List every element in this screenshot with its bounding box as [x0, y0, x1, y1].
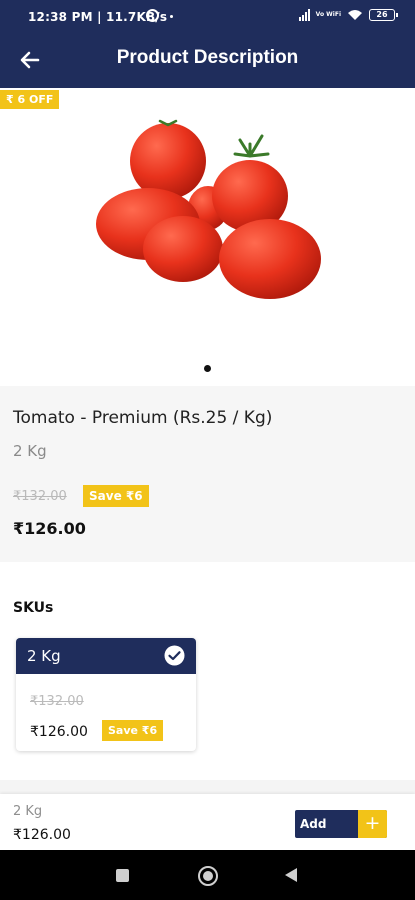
bottom-price: ₹126.00	[13, 827, 71, 843]
product-info: Tomato - Premium (Rs.25 / Kg) 2 Kg ₹132.…	[0, 386, 415, 562]
product-mrp: ₹132.00	[13, 489, 67, 504]
add-to-cart-button[interactable]: Add +	[295, 810, 387, 838]
sku-mrp: ₹132.00	[30, 694, 84, 709]
app-header: Product Description	[0, 32, 415, 88]
product-weight: 2 Kg	[13, 442, 47, 460]
network-label: Vo WiFi	[315, 11, 341, 18]
status-icons: Vo WiFi 26	[298, 9, 398, 21]
skus-section: SKUs 2 Kg ₹132.00 ₹126.00 Save ₹6	[0, 570, 415, 780]
product-image	[96, 119, 321, 299]
sku-price: ₹126.00	[30, 724, 88, 740]
system-nav-bar	[0, 850, 415, 900]
plus-icon: +	[358, 810, 387, 838]
wifi-icon	[348, 10, 362, 20]
battery-icon: 26	[369, 9, 398, 21]
carousel-indicator[interactable]	[204, 365, 211, 372]
discount-badge: ₹ 6 OFF	[0, 90, 60, 109]
product-name: Tomato - Premium (Rs.25 / Kg)	[13, 408, 273, 428]
product-price: ₹126.00	[13, 519, 86, 538]
home-icon[interactable]	[198, 866, 218, 886]
signal-icon	[298, 9, 310, 21]
back-icon[interactable]	[285, 868, 297, 882]
sku-label: 2 Kg	[27, 647, 61, 665]
notification-dot-icon	[170, 15, 173, 18]
bottom-weight: 2 Kg	[13, 804, 43, 819]
sku-save-badge: Save ₹6	[102, 720, 164, 741]
recents-icon[interactable]	[116, 869, 129, 882]
sku-card[interactable]: 2 Kg ₹132.00 ₹126.00 Save ₹6	[16, 638, 196, 751]
page-title: Product Description	[116, 47, 299, 68]
product-image-carousel[interactable]: ₹ 6 OFF	[0, 88, 415, 384]
check-circle-icon	[164, 645, 185, 666]
bottom-cart-bar: 2 Kg ₹126.00 Add +	[0, 794, 415, 850]
sku-card-header: 2 Kg	[16, 638, 196, 674]
skus-title: SKUs	[13, 600, 54, 616]
add-button-label: Add	[300, 817, 327, 831]
status-bar: 12:38 PM | 11.7KB/s Vo WiFi 26	[0, 0, 415, 32]
save-badge: Save ₹6	[83, 485, 149, 507]
alarm-icon	[146, 9, 159, 22]
section-divider	[0, 780, 415, 794]
